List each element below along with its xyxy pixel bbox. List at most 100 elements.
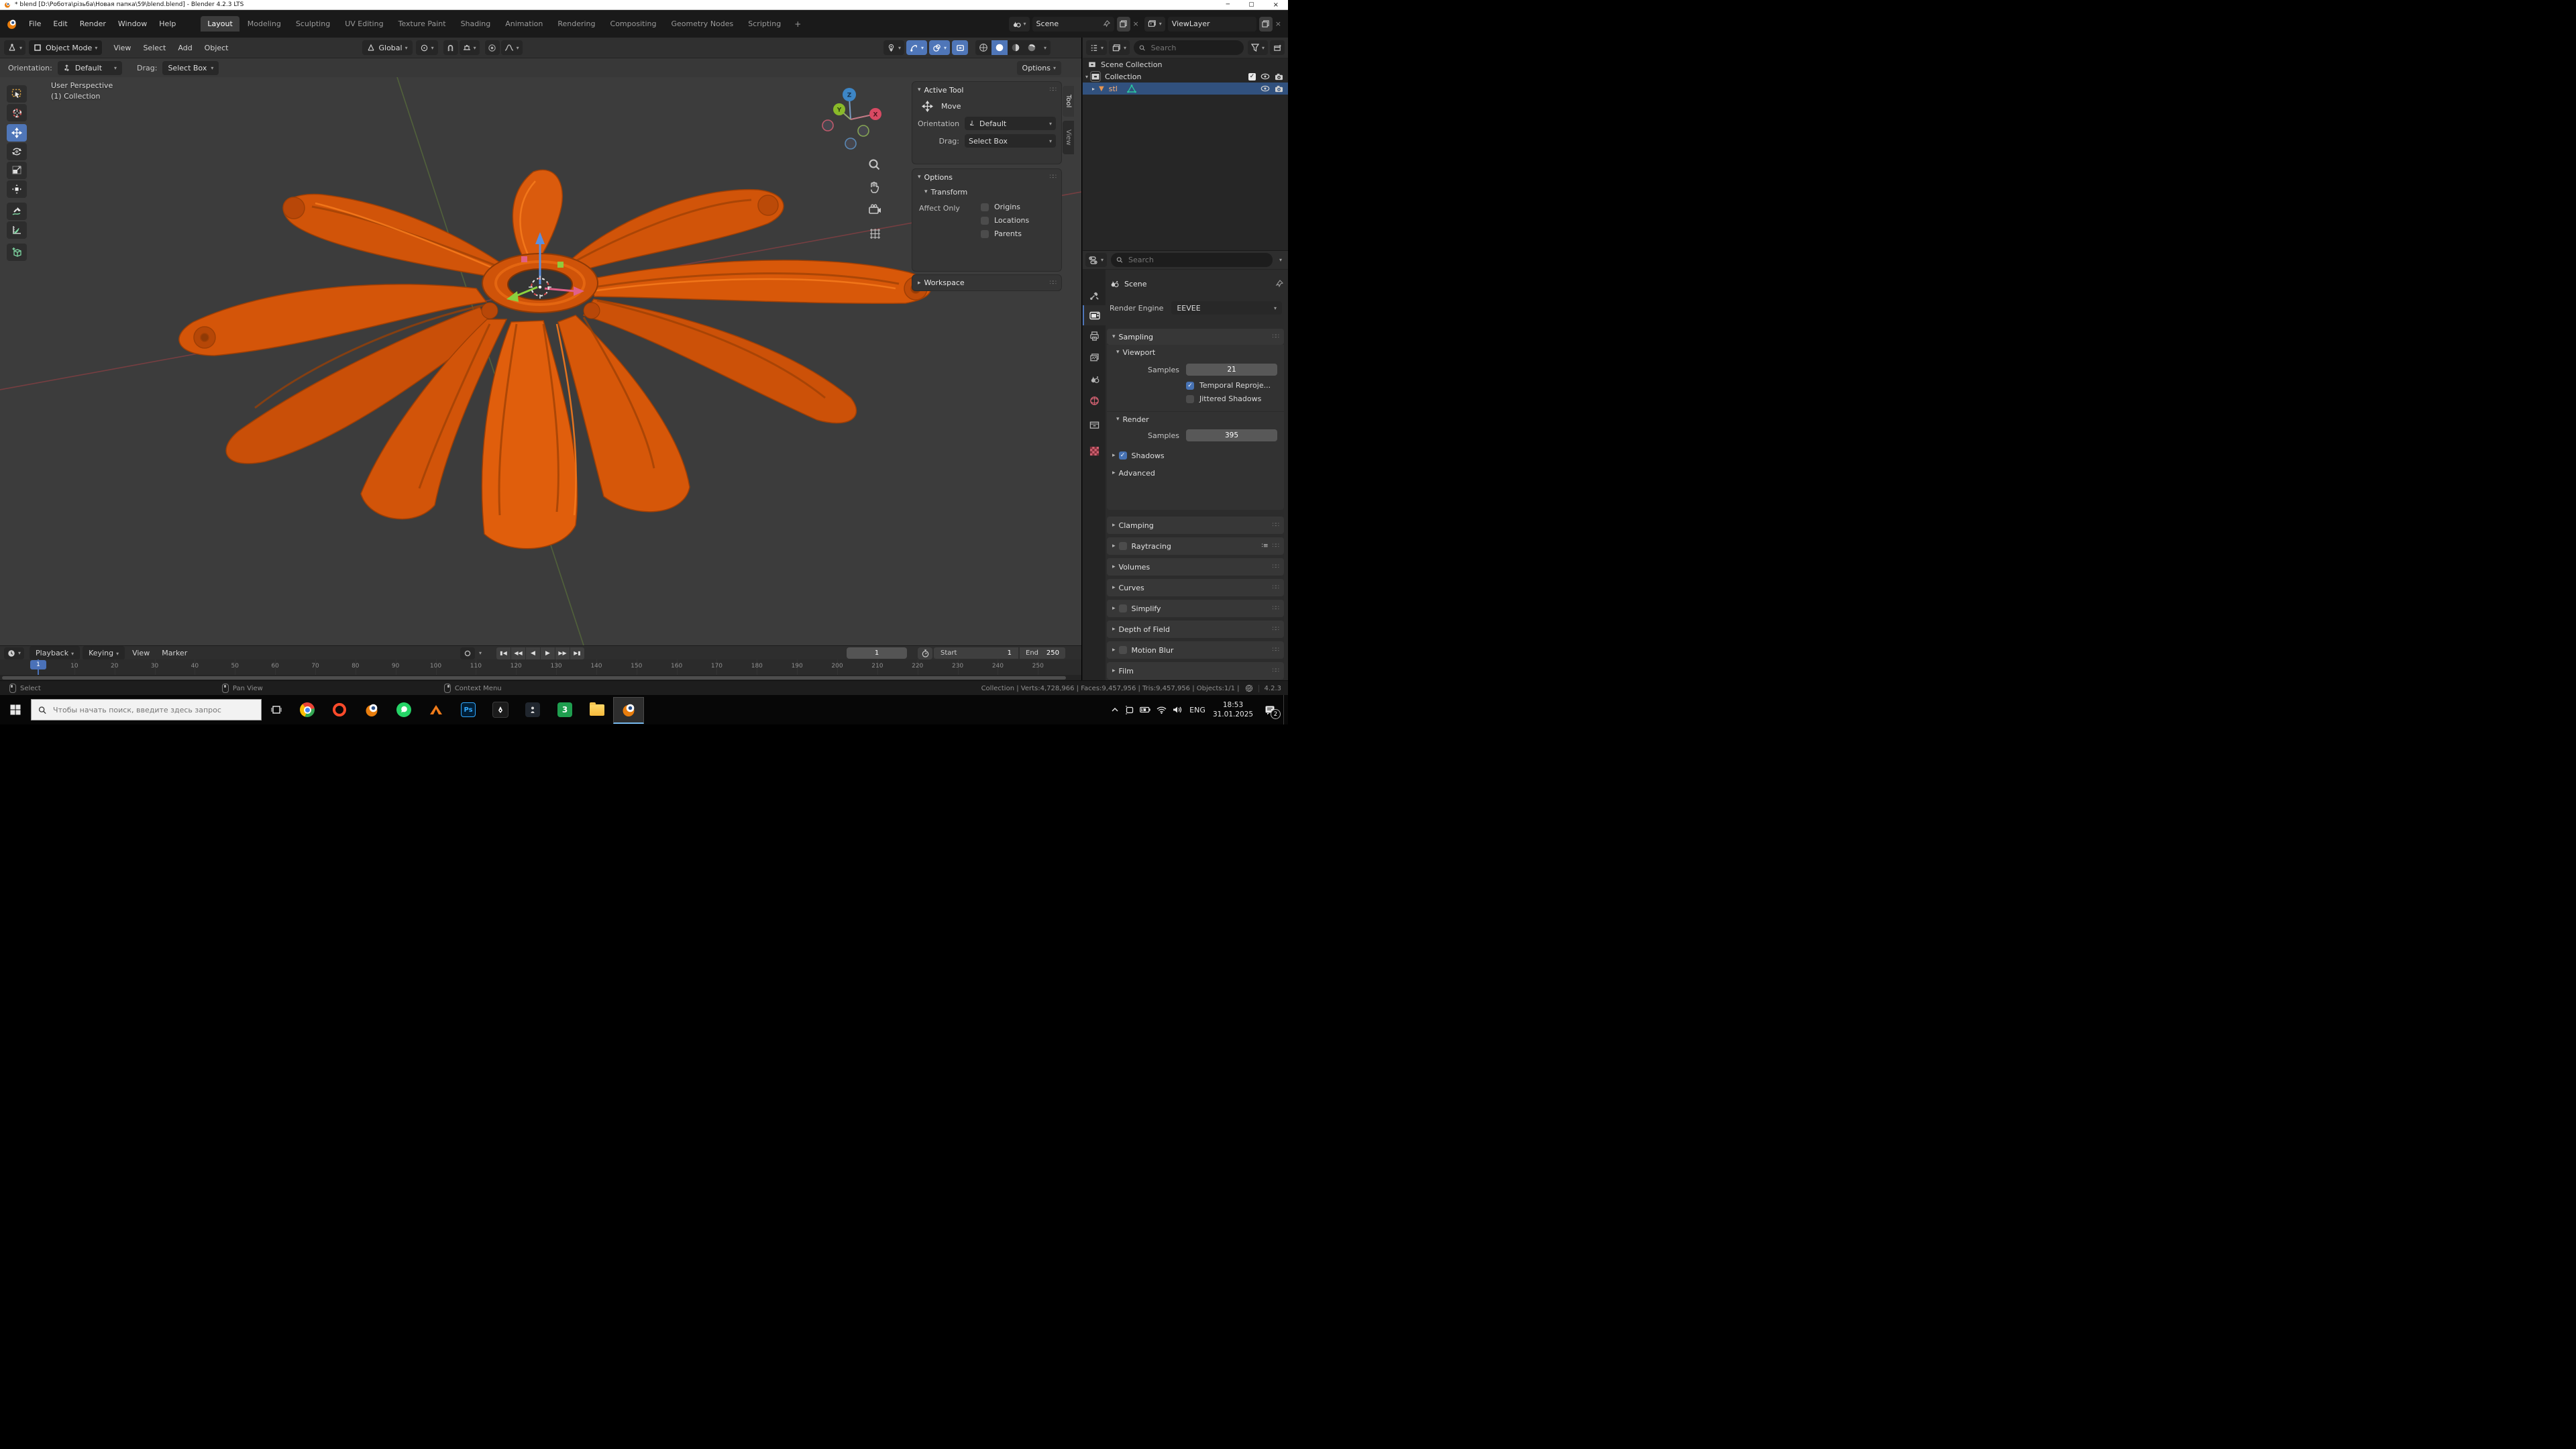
timeline-menu-view[interactable]: View	[126, 646, 156, 660]
overlays-toggle[interactable]: ▾	[928, 40, 950, 55]
play-button[interactable]: ▶	[541, 647, 555, 659]
viewport-3d[interactable]: Z Y X User Perspective (1) Collection ▾ …	[0, 77, 1081, 645]
tab-rendering[interactable]: Rendering	[551, 16, 602, 32]
panel-grip-icon[interactable]: ∷∷	[1273, 667, 1280, 674]
shading-solid-button[interactable]	[991, 40, 1008, 55]
scene-name-field[interactable]: Scene	[1032, 16, 1114, 32]
taskbar-search-input[interactable]	[52, 704, 254, 715]
npanel-tab-view[interactable]: View	[1063, 121, 1074, 154]
shadows-checkbox[interactable]: ✓	[1118, 451, 1127, 460]
snap-toggle[interactable]	[443, 40, 458, 55]
hide-eye-icon[interactable]	[1260, 73, 1270, 80]
taskbar-app-opera[interactable]	[323, 695, 356, 724]
auto-keying-toggle[interactable]	[460, 647, 475, 659]
move-gizmo[interactable]	[486, 227, 594, 321]
taskbar-app-whatsapp[interactable]	[388, 695, 420, 724]
affect-parents-checkbox[interactable]	[981, 229, 989, 238]
viewport-subpanel-header[interactable]: ▾ Viewport	[1107, 345, 1284, 360]
panel-grip-icon[interactable]: ∷∷	[1050, 280, 1057, 286]
menu-render[interactable]: Render	[74, 17, 112, 31]
tab-layout[interactable]: Layout	[201, 16, 239, 32]
properties-search-input[interactable]	[1127, 255, 1267, 265]
tab-uv-editing[interactable]: UV Editing	[338, 16, 390, 32]
tool-transform[interactable]	[7, 180, 27, 198]
tray-wifi-button[interactable]	[1153, 695, 1169, 724]
editor-type-dropdown[interactable]: ▾	[4, 40, 26, 55]
hide-eye-icon[interactable]	[1260, 85, 1270, 92]
timeline-ruler[interactable]: 1 10 20 30 40 50 60 70 80 90 100 110 120 130 140 150 16…	[0, 659, 1081, 675]
panel-grip-icon[interactable]: ∷∷	[1273, 647, 1280, 653]
tab-scene-properties[interactable]	[1083, 368, 1106, 390]
properties-section-curves[interactable]: ▸ Curves ∷∷	[1107, 579, 1284, 596]
outliner-search[interactable]	[1134, 40, 1244, 55]
taskbar-app-explorer[interactable]	[581, 695, 613, 724]
viewport-menu-add[interactable]: Add	[172, 41, 198, 55]
transform-orientation-dropdown[interactable]: Global ▾	[362, 40, 413, 55]
use-preview-range-button[interactable]	[918, 647, 932, 659]
np-orientation-dropdown[interactable]: Default ▾	[965, 117, 1056, 130]
taskbar-app-xppen[interactable]	[484, 695, 517, 724]
properties-search[interactable]	[1111, 253, 1273, 267]
notification-center-button[interactable]: 2	[1256, 695, 1283, 724]
render-samples-field[interactable]: 395	[1186, 429, 1277, 441]
tool-scale[interactable]	[7, 162, 27, 179]
panel-grip-icon[interactable]: ∷∷	[1050, 87, 1057, 93]
frame-end-field[interactable]: End 250	[1020, 647, 1065, 659]
jittered-shadows-checkbox[interactable]	[1186, 394, 1194, 403]
jump-to-start-button[interactable]: ▮◀	[496, 647, 511, 659]
panel-grip-icon[interactable]: ∷∷	[1273, 605, 1280, 612]
pin-icon[interactable]	[1103, 20, 1110, 28]
render-engine-dropdown[interactable]: EEVEE ▾	[1171, 301, 1282, 315]
properties-options-dropdown[interactable]: ▾	[1279, 257, 1282, 263]
gizmos-toggle[interactable]: ▾	[906, 40, 927, 55]
disable-camera-icon[interactable]	[1275, 85, 1283, 93]
outliner-row-stl[interactable]: ▸ ▼ stl	[1083, 83, 1288, 95]
close-button[interactable]: ×	[1264, 1, 1288, 9]
outliner-display-mode-dropdown[interactable]: ▾	[1086, 40, 1108, 55]
tab-sculpting[interactable]: Sculpting	[289, 16, 337, 32]
falloff-dropdown[interactable]: ▾	[500, 40, 523, 55]
tab-texture-paint[interactable]: Texture Paint	[392, 16, 453, 32]
tool-cursor[interactable]	[7, 104, 27, 121]
tab-render-properties[interactable]	[1083, 305, 1106, 325]
properties-section-simplify[interactable]: ▸ Simplify ∷∷	[1107, 600, 1284, 617]
tool-measure[interactable]	[7, 221, 27, 239]
play-reverse-button[interactable]: ◀	[526, 647, 540, 659]
visibility-filter-dropdown[interactable]: ▾	[883, 40, 904, 55]
menu-window[interactable]: Window	[112, 17, 153, 31]
auto-keying-dropdown[interactable]: ▾	[479, 650, 482, 656]
simplify-checkbox[interactable]	[1118, 604, 1127, 612]
new-collection-button[interactable]	[1270, 40, 1285, 55]
transform-subpanel-title[interactable]: Transform	[931, 188, 968, 197]
taskbar-app-blender[interactable]	[356, 695, 388, 724]
tab-geometry-nodes[interactable]: Geometry Nodes	[664, 16, 740, 32]
properties-section-raytracing[interactable]: ▸ Raytracing ∶≡ ∷∷	[1107, 537, 1284, 555]
tool-drag-dropdown[interactable]: Select Box ▾	[162, 60, 219, 75]
timeline-menu-marker[interactable]: Marker	[156, 646, 193, 660]
properties-section-volumes[interactable]: ▸ Volumes ∷∷	[1107, 558, 1284, 576]
task-view-button[interactable]	[262, 695, 291, 724]
viewlayer-remove-button[interactable]: ×	[1275, 19, 1281, 28]
taskbar-app-chrome[interactable]	[291, 695, 323, 724]
affect-origins-checkbox[interactable]	[981, 203, 989, 211]
tab-shading[interactable]: Shading	[454, 16, 498, 32]
sampling-panel-header[interactable]: ▾ Sampling ∷∷	[1107, 329, 1284, 345]
outliner-row-scene-collection[interactable]: Scene Collection	[1083, 58, 1288, 70]
properties-editor-dropdown[interactable]: ▾	[1085, 253, 1108, 267]
tool-select-box[interactable]	[7, 85, 27, 103]
playhead-frame-badge[interactable]: 1	[30, 660, 46, 669]
disable-camera-icon[interactable]	[1275, 73, 1283, 80]
frame-start-field[interactable]: Start 1	[934, 647, 1018, 659]
panel-grip-icon[interactable]: ∷∷	[1273, 584, 1280, 591]
panel-grip-icon[interactable]: ∷∷	[1050, 174, 1057, 180]
scrollbar-thumb[interactable]	[2, 676, 1066, 680]
viewlayer-name-field[interactable]: ViewLayer	[1167, 16, 1256, 32]
options-title[interactable]: Options	[924, 173, 953, 182]
tray-cast-button[interactable]	[1122, 695, 1137, 724]
shading-rendered-button[interactable]	[1024, 40, 1040, 55]
outliner-search-input[interactable]	[1149, 42, 1238, 53]
tab-texture-properties[interactable]	[1083, 438, 1106, 464]
temporal-reprojection-checkbox[interactable]: ✓	[1186, 381, 1194, 390]
scene-unlink-button[interactable]: ×	[1133, 19, 1139, 28]
collection-checkbox[interactable]: ✓	[1248, 72, 1256, 80]
